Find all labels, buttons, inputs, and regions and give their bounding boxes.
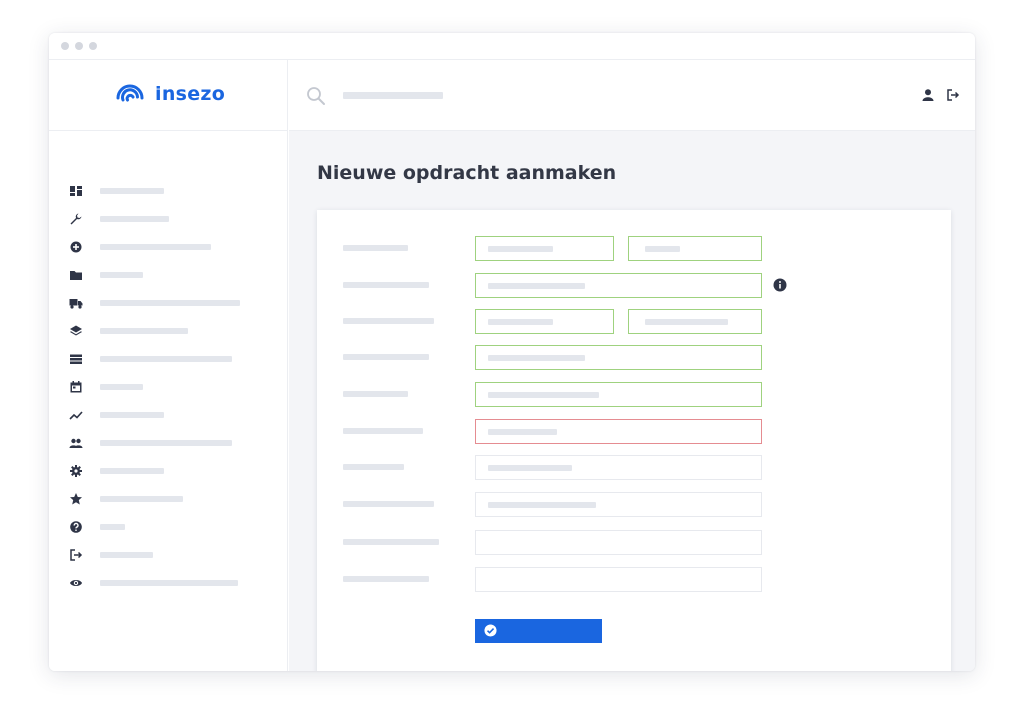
sidebar-item-list[interactable] bbox=[49, 348, 288, 370]
sidebar-item-statistics[interactable] bbox=[49, 404, 288, 426]
form-field-invalid[interactable] bbox=[475, 492, 762, 517]
form-field-empty[interactable] bbox=[475, 567, 762, 592]
sidebar-item-help[interactable] bbox=[49, 516, 288, 538]
sidebar-item-label-placeholder bbox=[100, 300, 240, 306]
sidebar-item-tools[interactable] bbox=[49, 208, 288, 230]
sidebar-item-label-placeholder bbox=[100, 356, 232, 362]
search-input[interactable] bbox=[343, 92, 443, 99]
logout-icon[interactable] bbox=[946, 88, 960, 102]
form-label-placeholder bbox=[343, 501, 434, 507]
form-label-placeholder bbox=[343, 428, 423, 434]
top-bar bbox=[289, 60, 975, 131]
truck-icon bbox=[69, 299, 83, 309]
dashboard-icon bbox=[70, 186, 82, 196]
window-dot-maximize[interactable] bbox=[89, 42, 97, 50]
field-value-placeholder bbox=[488, 392, 599, 398]
browser-window: insezo Nieuwe opdracht aanmaken bbox=[49, 33, 975, 671]
sidebar-item-folder[interactable] bbox=[49, 264, 288, 286]
brand-name: insezo bbox=[155, 83, 226, 105]
sidebar-item-label-placeholder bbox=[100, 328, 188, 334]
form-field[interactable] bbox=[475, 273, 762, 298]
form-field-empty[interactable] bbox=[475, 530, 762, 555]
logo[interactable]: insezo bbox=[49, 60, 288, 131]
list-icon bbox=[70, 354, 82, 364]
info-icon[interactable] bbox=[773, 278, 787, 292]
sidebar-item-label-placeholder bbox=[100, 524, 125, 530]
form-label-placeholder bbox=[343, 391, 408, 397]
form-card bbox=[317, 210, 951, 671]
window-titlebar bbox=[49, 33, 975, 60]
star-icon bbox=[70, 493, 82, 505]
form-label-placeholder bbox=[343, 354, 429, 360]
form-field[interactable] bbox=[628, 309, 762, 334]
form-label-placeholder bbox=[343, 245, 408, 251]
sidebar-item-dashboard[interactable] bbox=[49, 180, 288, 202]
field-value-placeholder bbox=[488, 429, 557, 435]
form-field[interactable] bbox=[475, 419, 762, 444]
form-field[interactable] bbox=[628, 236, 762, 261]
field-value-placeholder bbox=[488, 283, 585, 289]
form-label-placeholder bbox=[343, 464, 404, 470]
submit-button[interactable] bbox=[475, 619, 602, 643]
layers-icon bbox=[70, 325, 82, 336]
field-value-placeholder bbox=[488, 355, 585, 361]
insezo-logo-mark-icon bbox=[116, 84, 144, 102]
sidebar-item-label-placeholder bbox=[100, 272, 143, 278]
sidebar-item-add[interactable] bbox=[49, 236, 288, 258]
plus-circle-icon bbox=[70, 241, 82, 253]
field-value-placeholder bbox=[645, 319, 728, 325]
sidebar-item-label-placeholder bbox=[100, 412, 164, 418]
eye-icon bbox=[70, 580, 82, 586]
form-label-placeholder bbox=[343, 539, 439, 545]
gear-icon bbox=[70, 465, 82, 477]
sidebar-item-calendar[interactable] bbox=[49, 376, 288, 398]
main-content: Nieuwe opdracht aanmaken bbox=[289, 131, 975, 671]
sidebar-item-transport[interactable] bbox=[49, 292, 288, 314]
field-value-placeholder bbox=[488, 246, 553, 252]
chart-line-icon bbox=[69, 411, 83, 420]
sidebar-item-label-placeholder bbox=[100, 468, 164, 474]
help-icon bbox=[70, 521, 82, 533]
form-field[interactable] bbox=[475, 455, 762, 480]
sidebar-item-users[interactable] bbox=[49, 432, 288, 454]
form-field[interactable] bbox=[475, 236, 614, 261]
sidebar-item-label-placeholder bbox=[100, 552, 153, 558]
window-dot-close[interactable] bbox=[61, 42, 69, 50]
form-label-placeholder bbox=[343, 282, 429, 288]
sidebar: insezo bbox=[49, 60, 288, 671]
logout-icon bbox=[70, 549, 83, 561]
search-icon[interactable] bbox=[306, 86, 326, 106]
page-title: Nieuwe opdracht aanmaken bbox=[317, 162, 617, 184]
sidebar-item-layers[interactable] bbox=[49, 320, 288, 342]
sidebar-item-label-placeholder bbox=[100, 496, 183, 502]
form-field[interactable] bbox=[475, 345, 762, 370]
sidebar-item-settings[interactable] bbox=[49, 460, 288, 482]
form-field[interactable] bbox=[475, 309, 614, 334]
window-dot-minimize[interactable] bbox=[75, 42, 83, 50]
calendar-icon bbox=[70, 381, 82, 393]
sidebar-item-favorites[interactable] bbox=[49, 488, 288, 510]
wrench-icon bbox=[70, 213, 82, 225]
sidebar-item-label-placeholder bbox=[100, 440, 232, 446]
form-label-placeholder bbox=[343, 318, 434, 324]
sidebar-item-label-placeholder bbox=[100, 216, 169, 222]
field-value-placeholder bbox=[488, 465, 572, 471]
users-icon bbox=[69, 438, 83, 448]
sidebar-item-label-placeholder bbox=[100, 580, 238, 586]
sidebar-item-label-placeholder bbox=[100, 188, 164, 194]
sidebar-item-label-placeholder bbox=[100, 384, 143, 390]
field-value-placeholder bbox=[645, 246, 680, 252]
sidebar-item-logout[interactable] bbox=[49, 544, 288, 566]
field-value-placeholder bbox=[488, 502, 596, 508]
field-value-placeholder bbox=[488, 319, 553, 325]
user-icon[interactable] bbox=[921, 88, 935, 102]
folder-icon bbox=[70, 271, 82, 280]
sidebar-item-label-placeholder bbox=[100, 244, 211, 250]
form-label-placeholder bbox=[343, 576, 429, 582]
form-field[interactable] bbox=[475, 382, 762, 407]
sidebar-item-view[interactable] bbox=[49, 572, 288, 594]
check-circle-icon bbox=[484, 624, 497, 637]
